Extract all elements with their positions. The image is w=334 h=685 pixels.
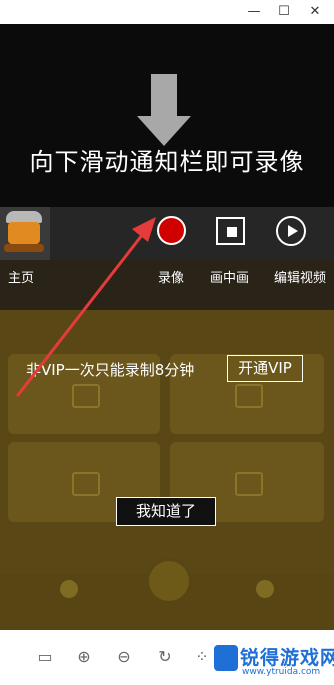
minimize-button[interactable]: —: [239, 2, 269, 22]
window-titlebar: — ☐ ✕: [0, 0, 334, 24]
watermark-url: www.ytruida.com: [242, 667, 321, 677]
zoom-out-icon[interactable]: ⊖: [113, 646, 135, 668]
watermark-title: 锐得游戏网: [240, 647, 334, 669]
zoom-in-icon[interactable]: ⊕: [73, 646, 95, 668]
layout-icon[interactable]: ▭: [34, 646, 56, 668]
annotation-arrow-icon: [16, 217, 156, 397]
rotate-icon[interactable]: ↻: [154, 646, 176, 668]
close-button[interactable]: ✕: [300, 2, 330, 22]
maximize-button[interactable]: ☐: [269, 2, 299, 22]
loading-icon[interactable]: ⁘: [191, 646, 213, 668]
watermark-logo-icon: [214, 645, 238, 671]
phone-screen: 向下滑动通知栏即可录像 主页 录像 画中画 编辑视频 非VIP一次只能录制8分钟…: [0, 24, 334, 630]
